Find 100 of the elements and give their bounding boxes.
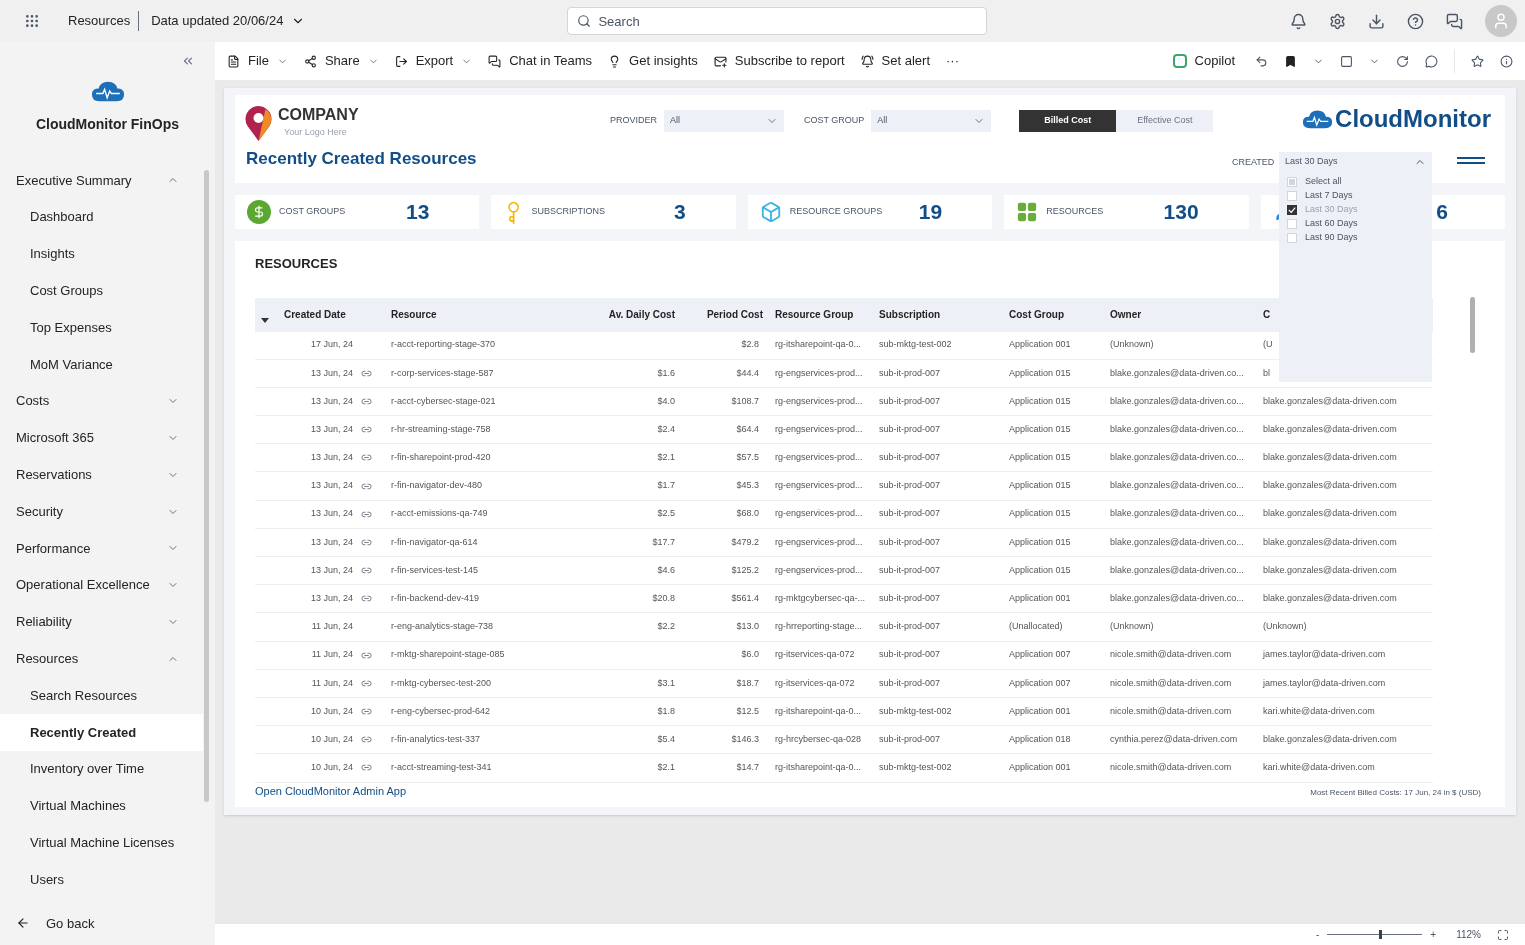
table-cell: blake.gonzales@data-driven.com: [1263, 480, 1397, 491]
admin-app-link[interactable]: Open CloudMonitor Admin App: [255, 782, 407, 799]
fit-page-icon[interactable]: [1497, 928, 1509, 941]
toolbar-button[interactable]: ···: [946, 51, 959, 71]
column-header[interactable]: Period Cost: [681, 307, 763, 322]
column-header[interactable]: Resource Group: [763, 307, 879, 322]
table-cell: blake.gonzales@data-driven.com: [1263, 452, 1397, 463]
nav-item[interactable]: Security: [0, 493, 203, 530]
data-updated-dropdown[interactable]: Data updated 20/06/24: [151, 11, 306, 31]
table-title: RESOURCES: [255, 255, 339, 273]
nav-item[interactable]: Microsoft 365: [0, 419, 203, 457]
table-cell: 13 Jun, 24: [310, 508, 353, 519]
workspace-link[interactable]: Resources: [68, 11, 140, 31]
table-cell: sub-mktg-test-002: [879, 339, 952, 350]
column-header[interactable]: Owner: [1110, 307, 1263, 322]
zoom-out-button[interactable]: -: [1315, 927, 1320, 942]
toolbar-button[interactable]: Share: [303, 51, 379, 71]
cost-toggle-tab[interactable]: Billed Cost: [1019, 110, 1117, 132]
table-cell: r-acct-reporting-stage-370: [391, 339, 496, 350]
column-header[interactable]: Av. Daily Cost: [591, 307, 681, 322]
go-back-button[interactable]: Go back: [0, 913, 215, 933]
column-header[interactable]: Resource: [391, 307, 591, 322]
toolbar-button[interactable]: Get insights: [608, 51, 698, 71]
toolbar-button[interactable]: File: [227, 51, 288, 71]
table-cell: 10 Jun, 24: [310, 705, 353, 716]
feedback-icon[interactable]: [1446, 12, 1463, 30]
download-icon[interactable]: [1368, 12, 1385, 30]
undo-icon[interactable]: [1255, 54, 1268, 68]
nav-item[interactable]: Reservations: [0, 456, 203, 494]
table-cell: (Unallocated): [1009, 621, 1063, 632]
table-cell: bl: [1263, 367, 1270, 378]
copilot-button[interactable]: Copilot: [1172, 51, 1235, 71]
nav-item[interactable]: Costs: [0, 382, 203, 420]
filter-dropdown[interactable]: All: [871, 110, 992, 132]
dropdown-option[interactable]: Last 7 Days: [1287, 189, 1432, 203]
view-icon[interactable]: [1340, 54, 1353, 68]
table-cell: nicole.smith@data-driven.com: [1110, 762, 1232, 773]
nav-item[interactable]: Reliability: [0, 603, 203, 641]
table-cell: Application 015: [1009, 536, 1071, 547]
table-cell: sub-mktg-test-002: [879, 762, 952, 773]
table-cell: Application 001: [1009, 762, 1071, 773]
table-cell: r-corp-services-stage-587: [391, 367, 494, 378]
nav-item[interactable]: Top Expenses: [0, 309, 203, 346]
table-cell: sub-it-prod-007: [879, 423, 941, 434]
cost-toggle-tab[interactable]: Effective Cost: [1116, 110, 1214, 132]
nav-item[interactable]: Operational Excellence: [0, 566, 203, 604]
nav-item[interactable]: MoM Variance: [0, 346, 203, 383]
collapse-icon[interactable]: [181, 54, 195, 68]
dropdown-option[interactable]: Last 90 Days: [1287, 231, 1432, 245]
nav-item[interactable]: Insights: [0, 235, 203, 273]
filter-dropdown[interactable]: All: [664, 110, 784, 132]
dropdown-option[interactable]: Select all: [1287, 175, 1432, 189]
help-icon[interactable]: [1407, 12, 1424, 30]
table-cell: kari.white@data-driven.com: [1263, 705, 1375, 716]
created-dropdown[interactable]: Last 30 Days: [1279, 152, 1432, 172]
notifications-icon[interactable]: [1290, 12, 1307, 30]
sort-icon[interactable]: [261, 318, 269, 323]
nav-item[interactable]: Search Resources: [0, 677, 203, 714]
nav-item[interactable]: Performance: [0, 529, 203, 567]
nav-item[interactable]: Inventory over Time: [0, 750, 203, 788]
table-cell: rg-engservices-prod...: [775, 564, 863, 575]
settings-icon[interactable]: [1329, 12, 1346, 30]
nav-item[interactable]: Executive Summary: [0, 162, 203, 199]
nav-item[interactable]: Cost Groups: [0, 272, 203, 310]
toolbar-button[interactable]: Export: [394, 51, 473, 71]
refresh-icon[interactable]: [1396, 54, 1409, 68]
table-cell: r-hr-streaming-stage-758: [391, 423, 491, 434]
nav-item[interactable]: Virtual Machine Licenses: [0, 824, 203, 862]
nav-item[interactable]: Dashboard: [0, 198, 203, 236]
column-header[interactable]: Created Date: [281, 307, 391, 322]
footnote: Most Recent Billed Costs: 17 Jun, 24 in $ (USD): [1310, 787, 1481, 799]
toolbar-button[interactable]: Set alert: [860, 51, 930, 71]
nav-item[interactable]: Virtual Machines: [0, 787, 203, 825]
table-cell: $68.0: [736, 508, 759, 519]
bookmark-icon[interactable]: [1284, 54, 1297, 68]
table-cell: $17.7: [652, 536, 675, 547]
table-cell: 13 Jun, 24: [310, 480, 353, 491]
mail-icon: [713, 54, 727, 68]
search-field[interactable]: Search: [567, 7, 988, 35]
table-cell: r-mktg-sharepoint-stage-085: [391, 649, 505, 660]
dollar-icon: [247, 200, 271, 224]
info-icon[interactable]: [1500, 54, 1513, 68]
nav-item[interactable]: Users: [0, 861, 203, 898]
toolbar-button[interactable]: Subscribe to report: [713, 51, 845, 71]
favorite-icon[interactable]: [1471, 54, 1484, 68]
column-header[interactable]: Subscription: [879, 307, 1009, 322]
comment-icon[interactable]: [1425, 54, 1438, 68]
table-cell: Application 001: [1009, 339, 1071, 350]
nav-item[interactable]: Recently Created: [0, 713, 203, 751]
menu-icon[interactable]: [1457, 157, 1485, 164]
chat-icon: [488, 54, 502, 68]
table-cell: $64.4: [736, 423, 759, 434]
toolbar-button[interactable]: Chat in Teams: [488, 51, 593, 71]
nav-item[interactable]: Resources: [0, 640, 203, 678]
table-cell: r-fin-analytics-test-337: [391, 733, 481, 744]
column-header[interactable]: Cost Group: [1009, 307, 1110, 322]
app-launcher-icon[interactable]: [24, 13, 40, 29]
zoom-slider[interactable]: [1327, 929, 1423, 940]
zoom-in-button[interactable]: +: [1430, 927, 1437, 942]
dropdown-option[interactable]: Last 60 Days: [1287, 217, 1432, 231]
